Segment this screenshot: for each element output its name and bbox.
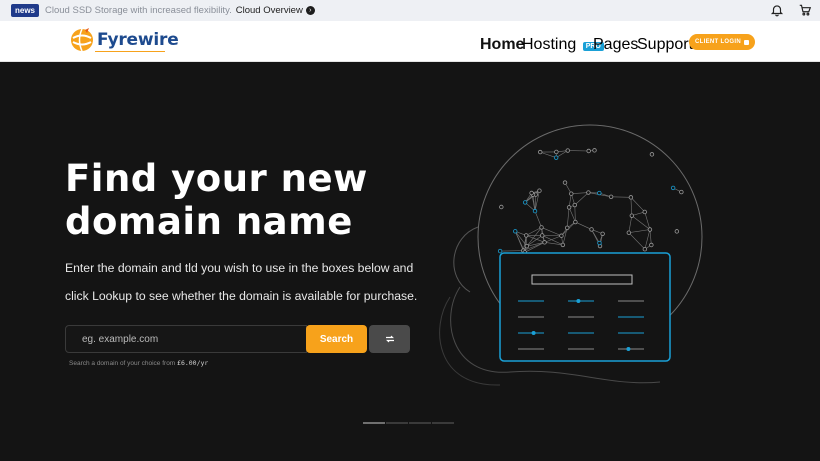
announcement-text: Cloud SSD Storage with increased flexibi… [45,5,232,16]
transfer-button[interactable] [369,325,410,353]
bell-icon[interactable] [770,3,784,20]
cloud-overview-label: Cloud Overview [235,5,303,16]
hero-section: Find your new domain name Enter the doma… [0,62,820,461]
cloud-overview-link[interactable]: Cloud Overview › [236,5,315,16]
nav-support[interactable]: Support [637,36,693,54]
search-hint-text: Search a domain of your choice from [69,360,176,367]
nav-hosting-label: Hosting [522,36,577,53]
cart-icon[interactable] [798,3,812,20]
hero-title-line-2: domain name [65,200,353,243]
brand-name: Fyrewire [97,30,179,50]
news-badge: news [11,4,40,17]
nav-hosting[interactable]: Hosting PRO [522,36,604,54]
slider-dot[interactable] [409,422,431,424]
fyrewire-logo-icon [71,28,93,52]
search-button[interactable]: Search [306,325,367,353]
slider-dot[interactable] [363,422,385,424]
arrow-right-icon: › [305,6,315,15]
main-navbar: Fyrewire Home Hosting PRO Pages Support … [0,21,820,62]
search-hint: Search a domain of your choice from £6.0… [69,359,208,367]
slider-dot[interactable] [386,422,408,424]
refresh-icon [385,335,394,343]
hero-title: Find your new domain name [65,157,425,243]
logo-underline [95,51,165,52]
nav-pages[interactable]: Pages [593,36,638,54]
client-login-button[interactable]: CLIENT LOGIN [689,34,755,50]
nav-home[interactable]: Home [480,36,524,54]
announcement-bar: news Cloud SSD Storage with increased fl… [0,0,820,21]
globe-network-illustration [439,124,703,386]
search-hint-price: £6.00/yr [177,359,209,367]
client-login-label: CLIENT LOGIN [695,39,741,45]
brand-logo[interactable]: Fyrewire [69,27,179,53]
lock-icon [743,39,749,45]
hero-subtitle: Enter the domain and tld you wish to use… [65,261,418,303]
hero-title-line-1: Find your new [65,157,368,200]
domain-search-input[interactable] [65,325,307,353]
